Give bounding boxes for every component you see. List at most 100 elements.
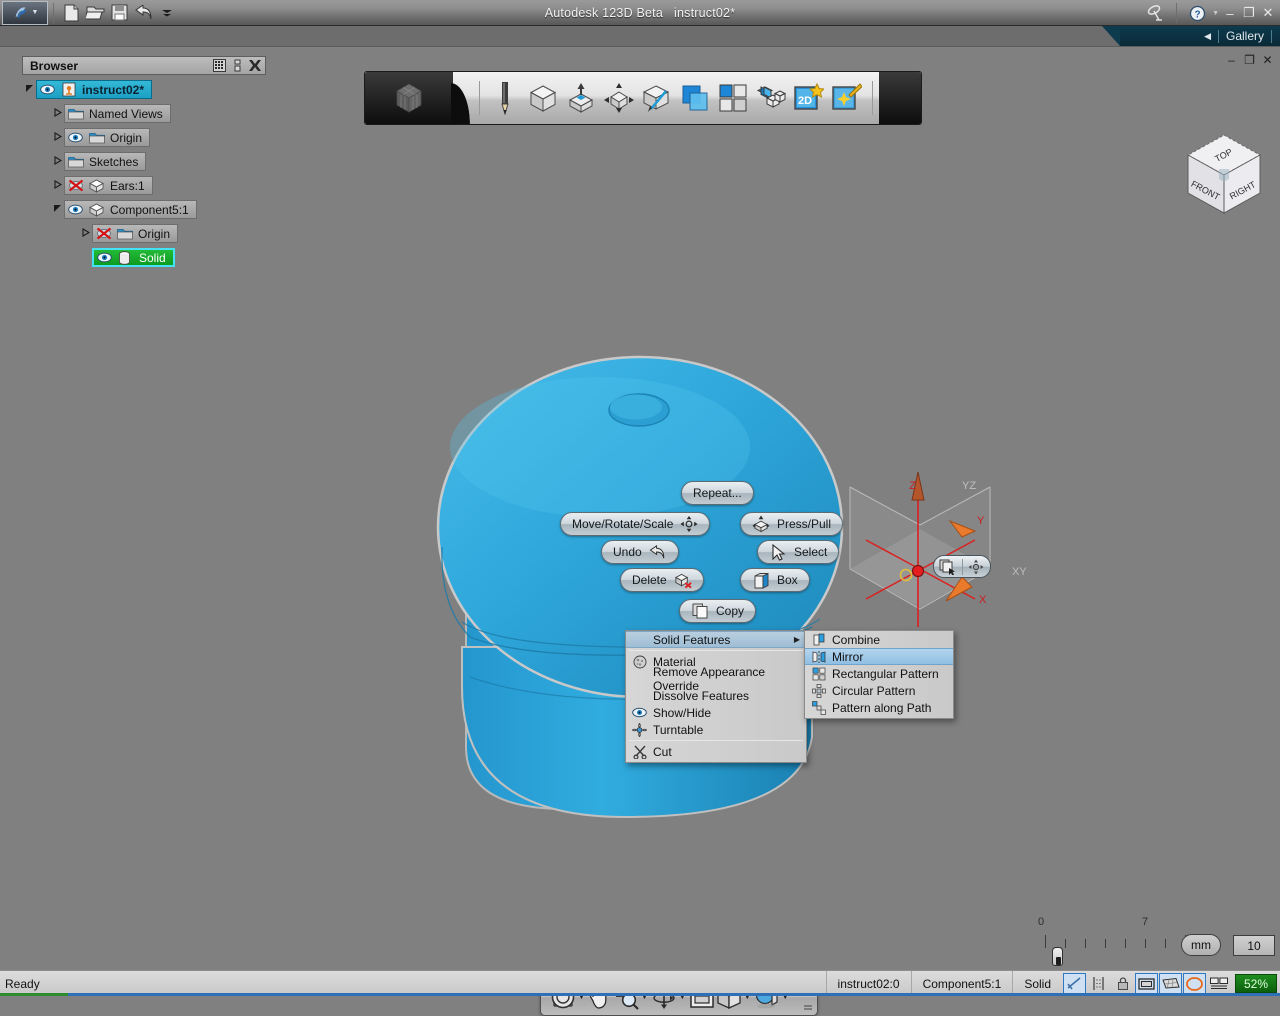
ctx-dissolve-features[interactable]: Dissolve Features xyxy=(626,687,806,704)
ctx-remove-appearance-override[interactable]: Remove Appearance Override xyxy=(626,670,806,687)
gallery-prev-arrow-icon[interactable]: ◀ xyxy=(1204,31,1211,42)
twisty-expanded-icon[interactable] xyxy=(50,204,64,215)
duplicate-cursor-icon[interactable] xyxy=(934,559,963,575)
browser-item-named-views[interactable]: Named Views xyxy=(64,104,171,123)
visibility-eye-icon[interactable] xyxy=(68,130,85,145)
doc-minimize-button[interactable]: – xyxy=(1225,53,1238,66)
window-close-button[interactable]: ✕ xyxy=(1260,3,1276,23)
visibility-eye-icon[interactable] xyxy=(40,82,57,97)
browser-item-instruct02[interactable]: instruct02* xyxy=(36,80,152,99)
marking-copy[interactable]: Copy xyxy=(679,599,756,623)
navbar-grip-icon[interactable] xyxy=(803,1004,813,1012)
twisty-collapsed-icon[interactable] xyxy=(50,180,64,191)
2d-drawing-icon[interactable]: 2D xyxy=(790,77,828,119)
marking-press-pull[interactable]: Press/Pull xyxy=(740,512,843,536)
sketch-pencil-icon[interactable] xyxy=(486,77,524,119)
undo-icon[interactable] xyxy=(131,2,155,24)
browser-item-solid[interactable]: Solid xyxy=(92,248,175,267)
twisty-collapsed-icon[interactable] xyxy=(50,132,64,143)
toolbar-sep-1 xyxy=(479,81,480,115)
browser-header: Browser xyxy=(22,56,266,75)
browser-item-origin[interactable]: Origin xyxy=(92,224,178,243)
grid-snap-icon[interactable] xyxy=(1135,973,1158,994)
browser-close-icon[interactable] xyxy=(247,58,263,73)
app-menu-button[interactable]: ▼ xyxy=(2,1,48,25)
visibility-eye-icon[interactable] xyxy=(68,202,85,217)
new-file-icon[interactable] xyxy=(59,2,83,24)
connect-satellite-icon[interactable] xyxy=(1144,2,1168,24)
doc-close-button[interactable]: ✕ xyxy=(1261,53,1274,66)
ctx-cut[interactable]: Cut xyxy=(626,743,806,760)
open-file-icon[interactable] xyxy=(83,2,107,24)
marking-repeat-label: Repeat... xyxy=(693,486,742,500)
sub-pattern-along-path[interactable]: Pattern along Path xyxy=(805,699,953,716)
ctx-solid-features-label: Solid Features xyxy=(653,633,730,647)
transform-widget[interactable] xyxy=(933,555,991,578)
cube-icon xyxy=(89,178,106,193)
sub-mirror[interactable]: Mirror xyxy=(805,648,953,665)
sketch-edit-icon[interactable] xyxy=(638,77,676,119)
eye-icon xyxy=(632,706,647,720)
marking-move-rotate-scale[interactable]: Move/Rotate/Scale xyxy=(560,512,710,536)
model-top-dimple xyxy=(609,394,669,426)
view-cube[interactable]: TOP FRONT RIGHT xyxy=(1178,129,1270,221)
help-icon[interactable]: ? xyxy=(1185,2,1209,24)
visibility-hidden-icon[interactable] xyxy=(96,226,113,241)
gallery-tab[interactable]: ◀ Gallery xyxy=(1120,26,1280,46)
marking-repeat[interactable]: Repeat... xyxy=(681,481,754,505)
workplane-icon[interactable] xyxy=(1159,973,1182,994)
constraint-icon[interactable] xyxy=(1183,973,1206,994)
pattern-grid-icon[interactable] xyxy=(714,77,752,119)
dual-view-icon[interactable] xyxy=(1207,973,1230,994)
window-maximize-button[interactable]: ❐ xyxy=(1241,3,1257,23)
browser-item-sketches[interactable]: Sketches xyxy=(64,152,146,171)
browser-item-origin[interactable]: Origin xyxy=(64,128,150,147)
measure-icon[interactable] xyxy=(1087,973,1110,994)
move-4way-icon[interactable] xyxy=(963,559,991,575)
doc-restore-button[interactable]: ❐ xyxy=(1243,53,1256,66)
mirror-icon xyxy=(811,650,826,664)
marking-select[interactable]: Select xyxy=(757,540,839,564)
twisty-collapsed-icon[interactable] xyxy=(50,108,64,119)
help-dropdown-icon[interactable]: ▼ xyxy=(1212,10,1219,17)
marking-box[interactable]: Box xyxy=(740,568,810,592)
lock-icon[interactable] xyxy=(1111,973,1134,994)
snap-icon[interactable] xyxy=(1063,973,1086,994)
visibility-hidden-icon[interactable] xyxy=(68,178,85,193)
ctx-solid-features[interactable]: Solid Features▶ xyxy=(626,631,806,648)
ctx-turntable[interactable]: Turntable xyxy=(626,721,806,738)
save-file-icon[interactable] xyxy=(107,2,131,24)
marking-delete[interactable]: Delete xyxy=(620,568,704,592)
window-minimize-button[interactable]: – xyxy=(1222,3,1238,23)
smart-effects-icon[interactable] xyxy=(828,77,866,119)
twisty-expanded-icon[interactable] xyxy=(22,84,36,95)
ctx-show-hide[interactable]: Show/Hide xyxy=(626,704,806,721)
progress-indicator: 52% xyxy=(1235,974,1277,993)
gallery-strip: ◀ Gallery xyxy=(0,26,1280,46)
twisty-collapsed-icon[interactable] xyxy=(78,228,92,239)
grid-size-field[interactable]: 10 xyxy=(1233,935,1275,956)
visibility-eye-icon[interactable] xyxy=(97,250,114,265)
scale-slider-handle[interactable] xyxy=(1052,947,1063,966)
customize-dropdown-icon[interactable] xyxy=(155,2,179,24)
marking-delete-label: Delete xyxy=(632,573,667,587)
marking-undo[interactable]: Undo xyxy=(601,540,679,564)
modify-icon[interactable] xyxy=(600,77,638,119)
assembly-cubes-icon[interactable] xyxy=(752,77,790,119)
construct-icon[interactable] xyxy=(562,77,600,119)
browser-options-icon[interactable] xyxy=(229,58,245,73)
context-menu-separator xyxy=(629,740,803,741)
svg-text:?: ? xyxy=(1194,9,1200,20)
twisty-collapsed-icon[interactable] xyxy=(50,156,64,167)
browser-item-label: instruct02* xyxy=(82,83,144,97)
primitives-cube-icon[interactable] xyxy=(524,77,562,119)
sub-circular-pattern[interactable]: Circular Pattern xyxy=(805,682,953,699)
sub-combine[interactable]: Combine xyxy=(805,631,953,648)
combine-icon[interactable] xyxy=(676,77,714,119)
sub-rectangular-pattern[interactable]: Rectangular Pattern xyxy=(805,665,953,682)
browser-item-ears-1[interactable]: Ears:1 xyxy=(64,176,153,195)
browser-item-component5-1[interactable]: Component5:1 xyxy=(64,200,197,219)
browser-filter-icon[interactable] xyxy=(211,58,227,73)
scale-unit-button[interactable]: mm xyxy=(1181,934,1221,956)
combine-icon xyxy=(811,633,826,647)
